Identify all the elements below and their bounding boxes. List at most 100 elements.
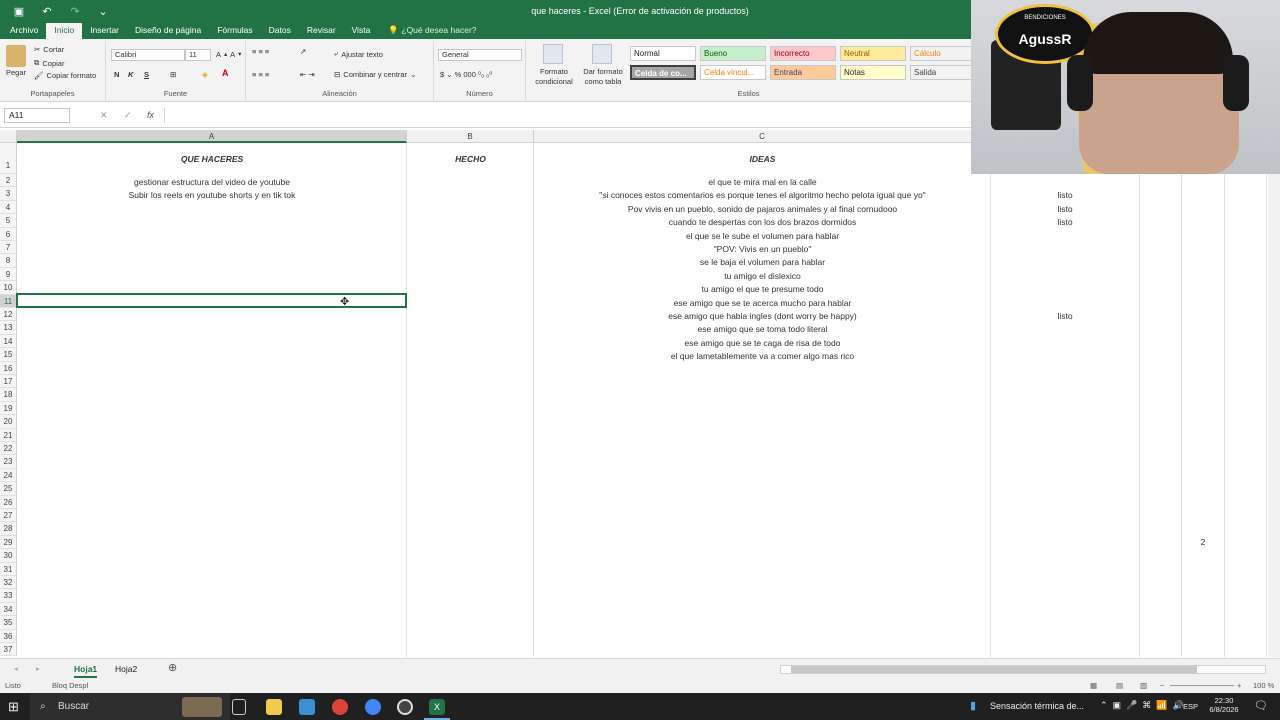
vertical-scrollbar[interactable] — [1268, 143, 1280, 657]
horizontal-scrollbar[interactable] — [780, 665, 1266, 674]
merge-center-button[interactable]: ⊟ Combinar y centrar ⌄ — [334, 70, 416, 79]
tab-datos[interactable]: Datos — [261, 23, 299, 39]
row-header[interactable]: 13 — [0, 321, 17, 335]
style-normal[interactable]: Normal — [630, 46, 696, 61]
zoom-in-icon[interactable]: + — [1237, 679, 1241, 693]
idea-cell[interactable]: el que lametablemente va a comer algo ma… — [534, 351, 991, 361]
row-header[interactable]: 30 — [0, 549, 17, 563]
row-header[interactable]: 34 — [0, 602, 17, 617]
font-size-select[interactable]: 11 — [185, 49, 211, 61]
view-layout-icon[interactable]: ▤ — [1116, 679, 1123, 693]
idea-cell[interactable]: "si conoces estos comentarios es porque … — [534, 190, 991, 200]
tab-diseno[interactable]: Diseño de página — [127, 23, 209, 39]
undo-icon[interactable]: ↶ — [40, 5, 54, 18]
select-all-corner[interactable] — [0, 130, 17, 143]
style-notas[interactable]: Notas — [840, 65, 906, 80]
number-format-icons[interactable]: $ ⌄ % 000 ⁰₀ ₀⁰ — [440, 70, 492, 79]
cell-a1[interactable]: QUE HACERES — [17, 154, 407, 164]
borders-icon[interactable]: ⊞ — [170, 70, 176, 79]
column-header-b[interactable]: B — [407, 130, 534, 143]
row-header[interactable]: 32 — [0, 576, 17, 590]
font-color-icon[interactable]: A — [222, 68, 229, 78]
row-header[interactable]: 24 — [0, 468, 17, 483]
row-header[interactable]: 6 — [0, 227, 17, 241]
row-header[interactable]: 4 — [0, 200, 17, 215]
style-celda-vinculada[interactable]: Celda vincul... — [700, 65, 766, 80]
idea-cell[interactable]: el que te mira mal en la calle — [534, 177, 991, 187]
prev-sheet-icon[interactable]: ◂ — [14, 664, 18, 673]
row-header[interactable]: 33 — [0, 589, 17, 603]
scrollbar-thumb[interactable] — [791, 666, 1197, 673]
tab-formulas[interactable]: Fórmulas — [209, 23, 260, 39]
notes-app-icon[interactable] — [299, 699, 315, 715]
style-incorrecto[interactable]: Incorrecto — [770, 46, 836, 61]
style-bueno[interactable]: Bueno — [700, 46, 766, 61]
fill-color-icon[interactable]: ◈ — [202, 70, 208, 79]
idea-cell[interactable]: el que se le sube el volumen para hablar — [534, 231, 991, 241]
tab-revisar[interactable]: Revisar — [299, 23, 344, 39]
cell-b1[interactable]: HECHO — [407, 154, 534, 164]
column-header-c[interactable]: C — [534, 130, 991, 143]
input-language[interactable]: ESP — [1183, 702, 1198, 711]
font-name-select[interactable]: Calibri — [111, 49, 185, 61]
row-header[interactable]: 12 — [0, 308, 17, 322]
row-header[interactable]: 20 — [0, 415, 17, 429]
cell-stray-value[interactable]: 2 — [1182, 537, 1224, 547]
paste-icon[interactable] — [6, 45, 26, 67]
format-painter-button[interactable]: 🖌 Copiar formato — [34, 71, 96, 80]
row-header[interactable]: 31 — [0, 562, 17, 576]
sheet-tab-hoja2[interactable]: Hoja2 — [115, 662, 137, 676]
row-header[interactable]: 5 — [0, 214, 17, 228]
conditional-format-icon[interactable] — [543, 44, 563, 64]
tab-vista[interactable]: Vista — [344, 23, 379, 39]
column-header-a[interactable]: A — [17, 130, 407, 143]
clock[interactable]: 22:30 6/8/2026 — [1200, 696, 1248, 714]
status-cell[interactable]: listo — [991, 217, 1139, 227]
row-header[interactable]: 15 — [0, 348, 17, 362]
idea-cell[interactable]: se le baja el volumen para hablar — [534, 257, 991, 267]
row-header[interactable]: 3 — [0, 187, 17, 201]
chrome-icon[interactable] — [332, 699, 348, 715]
idea-cell[interactable]: ese amigo que se te caga de risa de todo — [534, 338, 991, 348]
align-left-icons[interactable]: ≡ ≡ ≡ — [252, 70, 269, 79]
status-cell[interactable]: listo — [991, 311, 1139, 321]
cancel-icon[interactable]: ✕ — [100, 110, 108, 121]
view-pagebreak-icon[interactable]: ▥ — [1140, 679, 1147, 693]
italic-button[interactable]: K — [128, 70, 133, 79]
idea-cell[interactable]: cuando te despertas con los dos brazos d… — [534, 217, 991, 227]
conditional-format-button[interactable]: Formato condicional — [532, 67, 576, 87]
wrap-text-button[interactable]: ⤶ Ajustar texto — [334, 49, 383, 59]
indent-icons[interactable]: ⇤ ⇥ — [300, 70, 315, 79]
worksheet-grid[interactable]: A B C 1 2 3 4 5 6 7 8 9 10 11 12 13 14 15 16 17 18 19 20 21 2… — [0, 130, 1280, 657]
customize-qat-icon[interactable]: ⌄ — [96, 5, 110, 18]
name-box[interactable]: A11 — [4, 108, 70, 123]
row-header[interactable]: 14 — [0, 334, 17, 349]
row-header[interactable]: 16 — [0, 361, 17, 375]
tell-me-search[interactable]: 💡 ¿Qué desea hacer? — [378, 23, 476, 39]
idea-cell[interactable]: Pov vivis en un pueblo, sonido de pajaro… — [534, 204, 991, 214]
chrome-profile-icon[interactable] — [365, 699, 381, 715]
excel-taskbar-icon[interactable]: X — [429, 699, 445, 715]
cell-a3[interactable]: Subir los reels en youtube shorts y en t… — [17, 190, 407, 200]
row-header[interactable]: 18 — [0, 388, 17, 402]
idea-cell[interactable]: ese amigo que se te acerca mucho para ha… — [534, 298, 991, 308]
row-header[interactable]: 27 — [0, 509, 17, 523]
row-header[interactable]: 2 — [0, 174, 17, 188]
status-cell[interactable]: listo — [991, 190, 1139, 200]
row-header[interactable]: 10 — [0, 281, 17, 295]
status-cell[interactable]: listo — [991, 204, 1139, 214]
bold-button[interactable]: N — [114, 70, 119, 79]
row-header[interactable]: 9 — [0, 267, 17, 282]
system-tray-icons[interactable]: ⌃▣🎤⌘📶🔊 — [1100, 700, 1189, 711]
obs-icon[interactable] — [397, 699, 413, 715]
row-header[interactable]: 11 — [0, 294, 17, 308]
redo-icon[interactable]: ↷ — [68, 5, 82, 18]
style-celda-comprobacion[interactable]: Celda de co... — [630, 65, 696, 80]
idea-cell[interactable]: ese amigo que se toma todo literal — [534, 324, 991, 334]
row-header[interactable]: 19 — [0, 401, 17, 416]
row-header[interactable]: 22 — [0, 442, 17, 456]
tab-insertar[interactable]: Insertar — [82, 23, 127, 39]
row-header[interactable]: 36 — [0, 629, 17, 643]
save-icon[interactable]: ▣ — [12, 5, 26, 18]
tab-inicio[interactable]: Inicio — [46, 23, 83, 39]
